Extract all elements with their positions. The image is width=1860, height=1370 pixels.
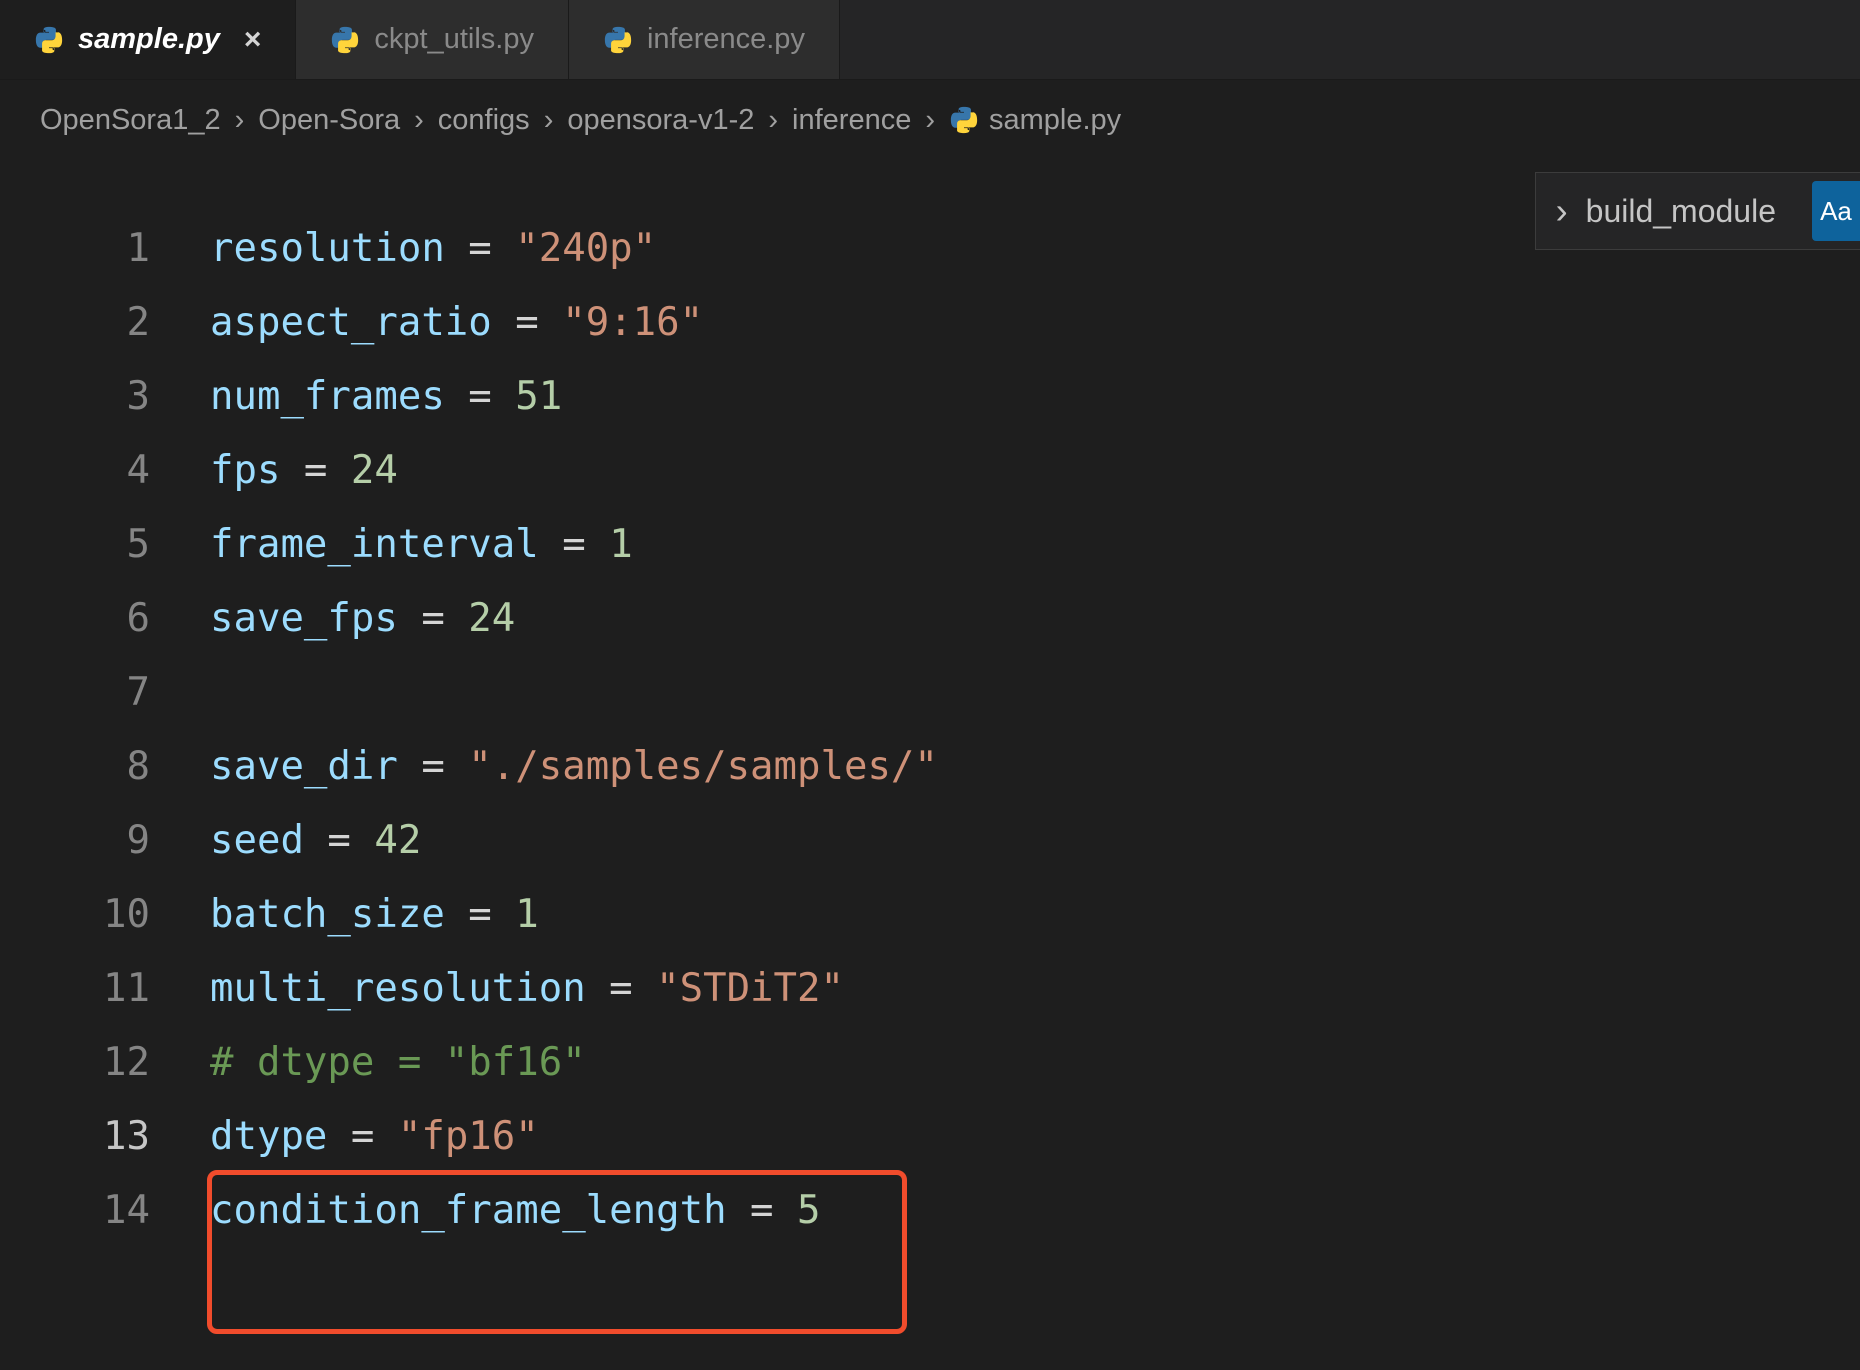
breadcrumb-file[interactable]: sample.py bbox=[949, 104, 1121, 137]
chevron-right-icon: › bbox=[231, 104, 249, 137]
line-number: 8 bbox=[0, 730, 210, 804]
code-line[interactable]: 5 frame_interval = 1 bbox=[0, 508, 1860, 582]
line-number: 2 bbox=[0, 286, 210, 360]
line-number: 14 bbox=[0, 1174, 210, 1248]
line-number: 12 bbox=[0, 1026, 210, 1100]
code-line[interactable]: 2 aspect_ratio = "9:16" bbox=[0, 286, 1860, 360]
line-number: 7 bbox=[0, 656, 210, 730]
line-number: 5 bbox=[0, 508, 210, 582]
line-number: 13 bbox=[0, 1100, 210, 1174]
breadcrumb-segment[interactable]: Open-Sora bbox=[258, 104, 400, 137]
code-line[interactable]: 8 save_dir = "./samples/samples/" bbox=[0, 730, 1860, 804]
tab-label: sample.py bbox=[78, 23, 220, 56]
code-line[interactable]: 11 multi_resolution = "STDiT2" bbox=[0, 952, 1860, 1026]
code-content: condition_frame_length = 5 bbox=[210, 1174, 821, 1248]
python-icon bbox=[34, 25, 64, 55]
line-number: 10 bbox=[0, 878, 210, 952]
line-number: 9 bbox=[0, 804, 210, 878]
chevron-right-icon: › bbox=[410, 104, 428, 137]
python-icon bbox=[603, 25, 633, 55]
python-icon bbox=[949, 105, 979, 135]
line-number: 4 bbox=[0, 434, 210, 508]
breadcrumb-segment[interactable]: opensora-v1-2 bbox=[567, 104, 754, 137]
tab-label: ckpt_utils.py bbox=[374, 23, 534, 56]
code-content: batch_size = 1 bbox=[210, 878, 539, 952]
breadcrumb-segment[interactable]: OpenSora1_2 bbox=[40, 104, 221, 137]
tab-bar: sample.py × ckpt_utils.py inference.py bbox=[0, 0, 1860, 80]
code-content: num_frames = 51 bbox=[210, 360, 562, 434]
code-line[interactable]: 4 fps = 24 bbox=[0, 434, 1860, 508]
line-number: 3 bbox=[0, 360, 210, 434]
chevron-right-icon: › bbox=[764, 104, 782, 137]
code-content: frame_interval = 1 bbox=[210, 508, 633, 582]
chevron-right-icon: › bbox=[921, 104, 939, 137]
breadcrumb-segment[interactable]: configs bbox=[438, 104, 530, 137]
code-content: seed = 42 bbox=[210, 804, 421, 878]
code-line[interactable]: 1 resolution = "240p" bbox=[0, 212, 1860, 286]
chevron-right-icon: › bbox=[540, 104, 558, 137]
breadcrumb-file-label: sample.py bbox=[989, 104, 1121, 137]
code-line[interactable]: 14 condition_frame_length = 5 bbox=[0, 1174, 1860, 1248]
tab-label: inference.py bbox=[647, 23, 805, 56]
tab-inference-py[interactable]: inference.py bbox=[569, 0, 840, 79]
line-number: 1 bbox=[0, 212, 210, 286]
code-line[interactable]: 9 seed = 42 bbox=[0, 804, 1860, 878]
code-line[interactable]: 10 batch_size = 1 bbox=[0, 878, 1860, 952]
code-editor[interactable]: 1 resolution = "240p" 2 aspect_ratio = "… bbox=[0, 150, 1860, 1248]
code-line[interactable]: 6 save_fps = 24 bbox=[0, 582, 1860, 656]
tab-sample-py[interactable]: sample.py × bbox=[0, 0, 296, 79]
python-icon bbox=[330, 25, 360, 55]
code-line[interactable]: 3 num_frames = 51 bbox=[0, 360, 1860, 434]
code-line[interactable]: 7 bbox=[0, 656, 1860, 730]
code-content: save_fps = 24 bbox=[210, 582, 515, 656]
breadcrumb-segment[interactable]: inference bbox=[792, 104, 911, 137]
code-line[interactable]: 12 # dtype = "bf16" bbox=[0, 1026, 1860, 1100]
code-content: dtype = "fp16" bbox=[210, 1100, 539, 1174]
line-number: 6 bbox=[0, 582, 210, 656]
code-content: resolution = "240p" bbox=[210, 212, 656, 286]
code-content: # dtype = "bf16" bbox=[210, 1026, 586, 1100]
breadcrumb: OpenSora1_2 › Open-Sora › configs › open… bbox=[0, 80, 1860, 150]
line-number: 11 bbox=[0, 952, 210, 1026]
code-line[interactable]: 13 dtype = "fp16" bbox=[0, 1100, 1860, 1174]
tab-ckpt-utils-py[interactable]: ckpt_utils.py bbox=[296, 0, 569, 79]
code-content: aspect_ratio = "9:16" bbox=[210, 286, 703, 360]
code-content: multi_resolution = "STDiT2" bbox=[210, 952, 844, 1026]
code-content: fps = 24 bbox=[210, 434, 398, 508]
code-content: save_dir = "./samples/samples/" bbox=[210, 730, 938, 804]
close-icon[interactable]: × bbox=[244, 25, 262, 55]
